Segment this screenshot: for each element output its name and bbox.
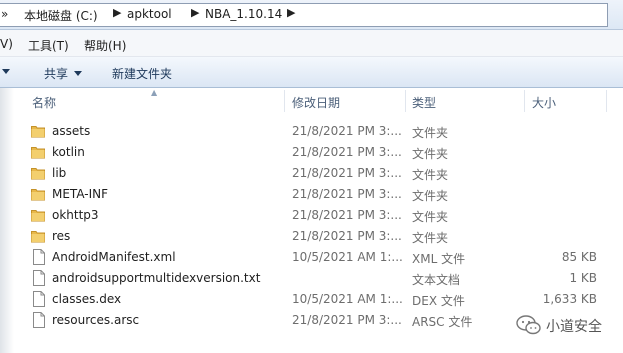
file-type: ARSC 文件 bbox=[412, 315, 473, 329]
file-size: 1,633 KB bbox=[542, 292, 597, 306]
folder-icon bbox=[31, 124, 45, 138]
file-icon bbox=[33, 312, 45, 328]
breadcrumb-item-drive[interactable]: 本地磁盘 (C:) bbox=[24, 7, 98, 24]
file-type: XML 文件 bbox=[412, 252, 466, 266]
file-date: 21/8/2021 PM 3:... bbox=[292, 229, 402, 243]
folder-icon bbox=[31, 208, 45, 222]
column-header-type[interactable]: 类型 bbox=[412, 94, 436, 111]
file-icon bbox=[33, 270, 45, 286]
file-row[interactable]: assets 21/8/2021 PM 3:... 文件夹 bbox=[27, 121, 623, 142]
file-type: 文件夹 bbox=[412, 126, 449, 140]
file-icon bbox=[33, 249, 45, 265]
file-date: 10/5/2021 AM 1:... bbox=[292, 292, 402, 306]
chevron-right-icon[interactable]: ▶ bbox=[113, 6, 121, 19]
file-type: 文件夹 bbox=[412, 147, 449, 161]
sort-ascending-icon: ▲ bbox=[151, 88, 158, 97]
command-bar: 共享 新建文件夹 bbox=[0, 57, 623, 88]
file-name: res bbox=[52, 229, 71, 243]
file-date: 21/8/2021 PM 3:... bbox=[292, 166, 402, 180]
breadcrumb-item-folder[interactable]: NBA_1.10.14 bbox=[205, 7, 282, 21]
breadcrumb-item-apktool[interactable]: apktool bbox=[127, 7, 172, 21]
menu-help[interactable]: 帮助(H) bbox=[84, 37, 126, 54]
address-bar: » 本地磁盘 (C:) ▶ apktool ▶ NBA_1.10.14 ▶ bbox=[0, 0, 623, 30]
file-name: kotlin bbox=[52, 145, 85, 159]
menu-bar: V) 工具(T) 帮助(H) bbox=[0, 30, 623, 57]
file-name: lib bbox=[52, 166, 67, 180]
wechat-icon bbox=[516, 315, 541, 335]
watermark: 小道安全 bbox=[514, 314, 623, 338]
file-name: classes.dex bbox=[52, 292, 122, 306]
folder-icon bbox=[31, 187, 45, 201]
file-name: resources.arsc bbox=[52, 313, 140, 327]
file-row[interactable]: okhttp3 21/8/2021 PM 3:... 文件夹 bbox=[27, 205, 623, 226]
file-type: 文件夹 bbox=[412, 168, 449, 182]
column-divider[interactable] bbox=[606, 90, 607, 112]
file-size: 85 KB bbox=[561, 250, 597, 264]
file-date: 10/5/2021 AM 1:... bbox=[292, 250, 402, 264]
new-folder-button[interactable]: 新建文件夹 bbox=[112, 65, 172, 82]
organize-dropdown-icon[interactable] bbox=[0, 65, 10, 79]
file-name: assets bbox=[52, 124, 91, 138]
column-divider[interactable] bbox=[405, 90, 406, 112]
file-type: 文件夹 bbox=[412, 231, 449, 245]
column-header-date[interactable]: 修改日期 bbox=[292, 94, 340, 111]
folder-icon bbox=[31, 229, 45, 243]
breadcrumb-overflow[interactable]: » bbox=[1, 7, 8, 21]
folder-icon bbox=[31, 145, 45, 159]
share-button[interactable]: 共享 bbox=[44, 65, 83, 82]
chevron-right-icon[interactable]: ▶ bbox=[191, 6, 199, 19]
file-name: META-INF bbox=[52, 187, 109, 201]
file-date: 21/8/2021 PM 3:... bbox=[292, 187, 402, 201]
file-name: okhttp3 bbox=[52, 208, 99, 222]
column-header-size[interactable]: 大小 bbox=[532, 94, 556, 111]
file-row[interactable]: classes.dex 10/5/2021 AM 1:... DEX 文件 1,633… bbox=[27, 289, 623, 310]
file-type: DEX 文件 bbox=[412, 294, 465, 308]
file-row[interactable]: res 21/8/2021 PM 3:... 文件夹 bbox=[27, 226, 623, 247]
file-row[interactable]: lib 21/8/2021 PM 3:... 文件夹 bbox=[27, 163, 623, 184]
file-date: 21/8/2021 PM 3:... bbox=[292, 145, 402, 159]
file-row[interactable]: META-INF 21/8/2021 PM 3:... 文件夹 bbox=[27, 184, 623, 205]
navigation-pane-edge bbox=[0, 88, 14, 353]
file-row[interactable]: androidsupportmultidexversion.txt 文本文档 1 K… bbox=[27, 268, 623, 289]
column-divider[interactable] bbox=[524, 90, 525, 112]
file-type: 文件夹 bbox=[412, 210, 449, 224]
file-type: 文本文档 bbox=[412, 273, 461, 287]
column-header-row: ▲ 名称 修改日期 类型 大小 bbox=[0, 88, 623, 114]
folder-icon bbox=[31, 166, 45, 180]
file-date: 21/8/2021 PM 3:... bbox=[292, 124, 402, 138]
file-name: androidsupportmultidexversion.txt bbox=[52, 271, 261, 285]
breadcrumb[interactable]: » 本地磁盘 (C:) ▶ apktool ▶ NBA_1.10.14 ▶ bbox=[0, 3, 608, 27]
share-label: 共享 bbox=[44, 67, 69, 81]
file-date: 21/8/2021 PM 3:... bbox=[292, 208, 402, 222]
file-row[interactable]: kotlin 21/8/2021 PM 3:... 文件夹 bbox=[27, 142, 623, 163]
chevron-down-icon bbox=[74, 71, 83, 76]
menu-view[interactable]: V) bbox=[0, 37, 13, 51]
menu-tools[interactable]: 工具(T) bbox=[28, 37, 69, 54]
chevron-right-icon[interactable]: ▶ bbox=[287, 6, 295, 19]
file-name: AndroidManifest.xml bbox=[52, 250, 176, 264]
file-date: 21/8/2021 PM 3:... bbox=[292, 313, 402, 327]
file-icon bbox=[33, 291, 45, 307]
watermark-text: 小道安全 bbox=[546, 319, 602, 335]
column-divider[interactable] bbox=[284, 90, 285, 112]
file-size: 1 KB bbox=[569, 271, 597, 285]
file-row[interactable]: AndroidManifest.xml 10/5/2021 AM 1:... XML… bbox=[27, 247, 623, 268]
file-type: 文件夹 bbox=[412, 189, 449, 203]
column-header-name[interactable]: 名称 bbox=[32, 94, 56, 111]
